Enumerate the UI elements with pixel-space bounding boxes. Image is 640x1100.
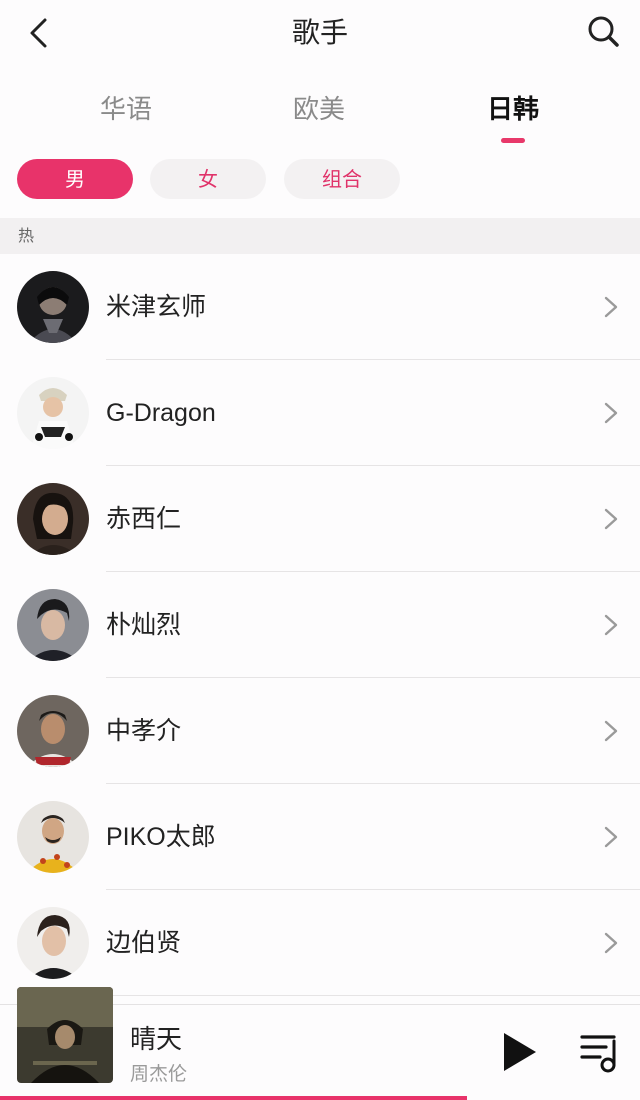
playlist-button[interactable] xyxy=(578,1029,624,1075)
now-playing-title: 晴天 xyxy=(130,1025,183,1055)
chevron-right-icon xyxy=(604,508,618,530)
tab-japan-korea[interactable]: 日韩 xyxy=(453,92,573,128)
chevron-right-icon xyxy=(604,402,618,424)
chevron-right-icon xyxy=(604,720,618,742)
section-header-hot: 热 xyxy=(0,218,640,254)
chevron-right-icon xyxy=(604,614,618,636)
app-header: 歌手 xyxy=(0,0,640,66)
mini-player[interactable]: 晴天 周杰伦 xyxy=(0,987,640,1100)
artist-row[interactable]: PIKO太郎 xyxy=(0,784,640,890)
artist-row[interactable]: G-Dragon xyxy=(0,360,640,466)
search-icon xyxy=(588,16,619,47)
artist-name: 朴灿烈 xyxy=(106,611,182,639)
chip-male[interactable]: 男 xyxy=(17,159,133,199)
filter-chips: 男 女 组合 xyxy=(0,159,640,199)
chevron-right-icon xyxy=(604,296,618,318)
page-title: 歌手 xyxy=(291,16,348,49)
artist-list: 米津玄师 G-Dragon 赤西仁 朴灿烈 中孝介 PIKO太郎 边伯贤 xyxy=(0,254,640,996)
search-button[interactable] xyxy=(584,12,624,52)
region-tabs: 华语 欧美 日韩 xyxy=(0,80,640,146)
playback-progress-bar[interactable] xyxy=(0,1096,468,1100)
artist-name: 赤西仁 xyxy=(106,505,182,533)
artist-row[interactable]: 中孝介 xyxy=(0,678,640,784)
artist-name: PIKO太郎 xyxy=(106,823,216,851)
tab-chinese[interactable]: 华语 xyxy=(66,92,186,128)
chip-female[interactable]: 女 xyxy=(150,159,266,199)
artist-row[interactable]: 边伯贤 xyxy=(0,890,640,996)
row-divider xyxy=(106,995,640,996)
tab-western[interactable]: 欧美 xyxy=(259,92,379,128)
avatar xyxy=(17,695,89,767)
play-icon xyxy=(504,1033,536,1071)
artist-name: G-Dragon xyxy=(106,399,216,427)
play-button[interactable] xyxy=(500,1029,540,1075)
playlist-icon xyxy=(580,1035,616,1073)
artist-row[interactable]: 赤西仁 xyxy=(0,466,640,572)
chip-group[interactable]: 组合 xyxy=(284,159,400,199)
chevron-right-icon xyxy=(604,932,618,954)
active-tab-indicator xyxy=(501,138,525,143)
artist-row[interactable]: 米津玄师 xyxy=(0,254,640,360)
now-playing-artist: 周杰伦 xyxy=(130,1063,188,1085)
artist-name: 中孝介 xyxy=(106,717,182,745)
avatar xyxy=(17,271,89,343)
artist-name: 边伯贤 xyxy=(106,929,182,957)
avatar xyxy=(17,377,89,449)
artist-row[interactable]: 朴灿烈 xyxy=(0,572,640,678)
avatar xyxy=(17,907,89,979)
artist-name: 米津玄师 xyxy=(106,293,207,321)
avatar xyxy=(17,801,89,873)
chevron-right-icon xyxy=(604,826,618,848)
avatar xyxy=(17,483,89,555)
avatar xyxy=(17,589,89,661)
album-cover[interactable] xyxy=(17,987,113,1083)
